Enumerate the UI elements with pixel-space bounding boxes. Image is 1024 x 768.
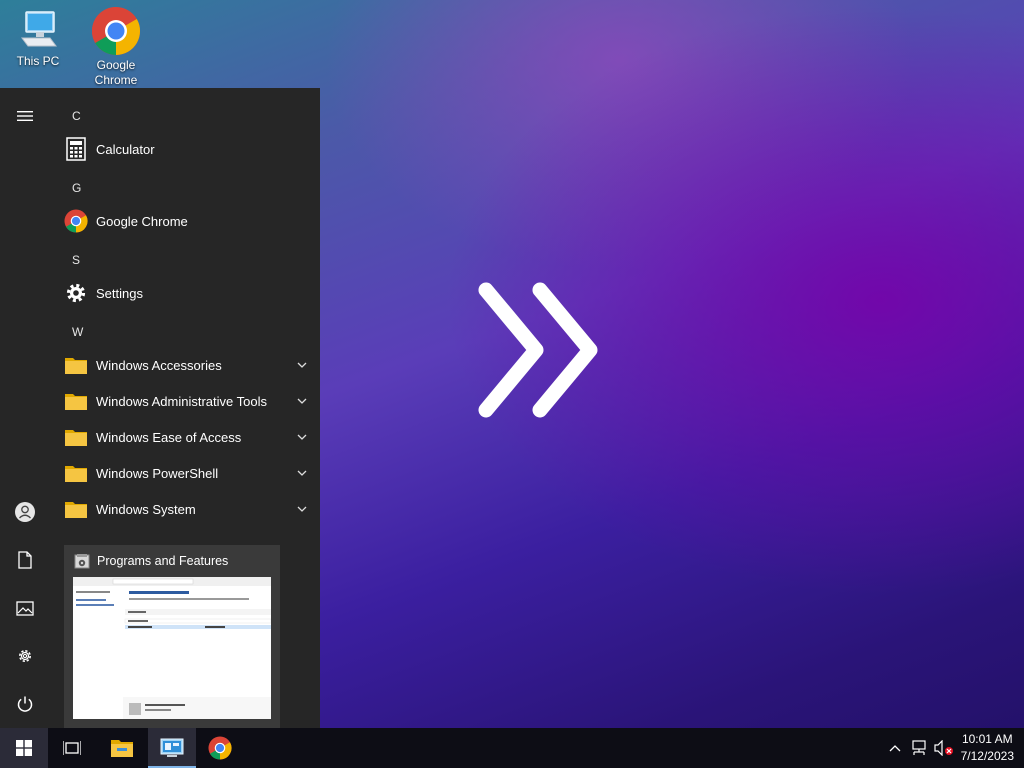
pictures-button[interactable] <box>0 584 50 632</box>
group-header-w[interactable]: W <box>72 325 83 339</box>
documents-button[interactable] <box>0 536 50 584</box>
start-button[interactable] <box>0 728 48 768</box>
clock-date: 7/12/2023 <box>960 749 1014 763</box>
chevron-down-icon[interactable] <box>292 470 312 476</box>
app-folder-windows-ease-of-access[interactable]: Windows Ease of Access <box>56 419 312 455</box>
programs-features-icon <box>74 554 90 569</box>
power-icon <box>17 696 33 712</box>
group-header-g[interactable]: G <box>72 181 81 195</box>
preview-thumbnail <box>73 577 271 719</box>
double-chevron-right-icon <box>478 282 598 418</box>
folder-icon <box>65 358 87 374</box>
volume-button[interactable] <box>932 728 956 768</box>
folder-icon <box>65 430 87 446</box>
network-button[interactable] <box>906 728 932 768</box>
desktop-icon-google-chrome[interactable]: Google Chrome <box>78 6 154 88</box>
app-item-label: Google Chrome <box>96 213 188 229</box>
chevron-down-icon[interactable] <box>292 434 312 440</box>
settings-gear-icon <box>19 650 31 662</box>
documents-icon <box>18 551 32 569</box>
app-item-label: Settings <box>96 285 143 301</box>
user-account-button[interactable] <box>0 488 50 536</box>
group-header-c[interactable]: C <box>72 109 81 123</box>
preview-title: Programs and Features <box>97 554 229 568</box>
expand-menu-button[interactable] <box>0 92 50 140</box>
system-clock[interactable]: 10:01 AM 7/12/2023 <box>961 731 1014 765</box>
window-preview-programs-and-features[interactable]: Programs and Features <box>64 545 280 728</box>
desktop-icon-label: This PC <box>16 54 60 68</box>
app-folder-windows-administrative-tools[interactable]: Windows Administrative Tools <box>56 383 312 419</box>
app-item-label: Windows Accessories <box>96 357 222 373</box>
app-folder-windows-system[interactable]: Windows System <box>56 491 312 527</box>
desktop-icon-this-pc[interactable]: This PC <box>0 8 76 69</box>
app-item-label: Windows PowerShell <box>96 465 219 481</box>
taskbar: 10:01 AM 7/12/2023 <box>0 728 1024 768</box>
calculator-icon <box>66 137 86 161</box>
settings-button[interactable] <box>0 632 50 680</box>
control-panel-button[interactable] <box>148 728 196 768</box>
chevron-down-icon[interactable] <box>292 362 312 368</box>
desktop-icon-label: Google Chrome <box>94 58 138 87</box>
app-folder-windows-accessories[interactable]: Windows Accessories <box>56 347 312 383</box>
hamburger-icon <box>17 111 33 121</box>
folder-icon <box>111 740 133 757</box>
chrome-icon <box>208 736 232 760</box>
start-menu-rail <box>0 88 50 728</box>
network-icon <box>912 740 926 755</box>
chevron-down-icon[interactable] <box>292 506 312 512</box>
user-account-icon <box>15 502 35 522</box>
task-view-button[interactable] <box>48 728 96 768</box>
start-menu: C Calculator G Google Chrome S Settings … <box>0 88 320 728</box>
power-button[interactable] <box>0 680 50 728</box>
app-item-label: Windows Administrative Tools <box>96 393 267 409</box>
chevron-down-icon[interactable] <box>292 398 312 404</box>
show-hidden-icons-button[interactable] <box>884 728 906 768</box>
chrome-icon <box>91 6 141 56</box>
chrome-icon <box>64 209 88 233</box>
app-item-label: Windows Ease of Access <box>96 429 242 445</box>
pictures-icon <box>16 600 34 616</box>
chrome-taskbar-button[interactable] <box>196 728 244 768</box>
app-item-label: Calculator <box>96 141 155 157</box>
file-explorer-button[interactable] <box>98 728 146 768</box>
app-item-settings[interactable]: Settings <box>56 275 312 311</box>
control-panel-icon <box>160 738 184 757</box>
folder-icon <box>65 394 87 410</box>
clock-time: 10:01 AM <box>961 732 1013 746</box>
app-item-google-chrome[interactable]: Google Chrome <box>56 203 312 239</box>
windows-logo-icon <box>16 740 32 756</box>
chevron-up-icon <box>889 745 901 752</box>
folder-icon <box>65 466 87 482</box>
app-item-label: Windows System <box>96 501 196 517</box>
task-view-icon <box>63 741 81 755</box>
gear-icon <box>66 283 86 303</box>
app-item-calculator[interactable]: Calculator <box>56 131 312 167</box>
app-folder-windows-powershell[interactable]: Windows PowerShell <box>56 455 312 491</box>
group-header-s[interactable]: S <box>72 253 80 267</box>
folder-icon <box>65 502 87 518</box>
volume-muted-icon <box>934 740 953 756</box>
computer-icon <box>21 11 57 47</box>
